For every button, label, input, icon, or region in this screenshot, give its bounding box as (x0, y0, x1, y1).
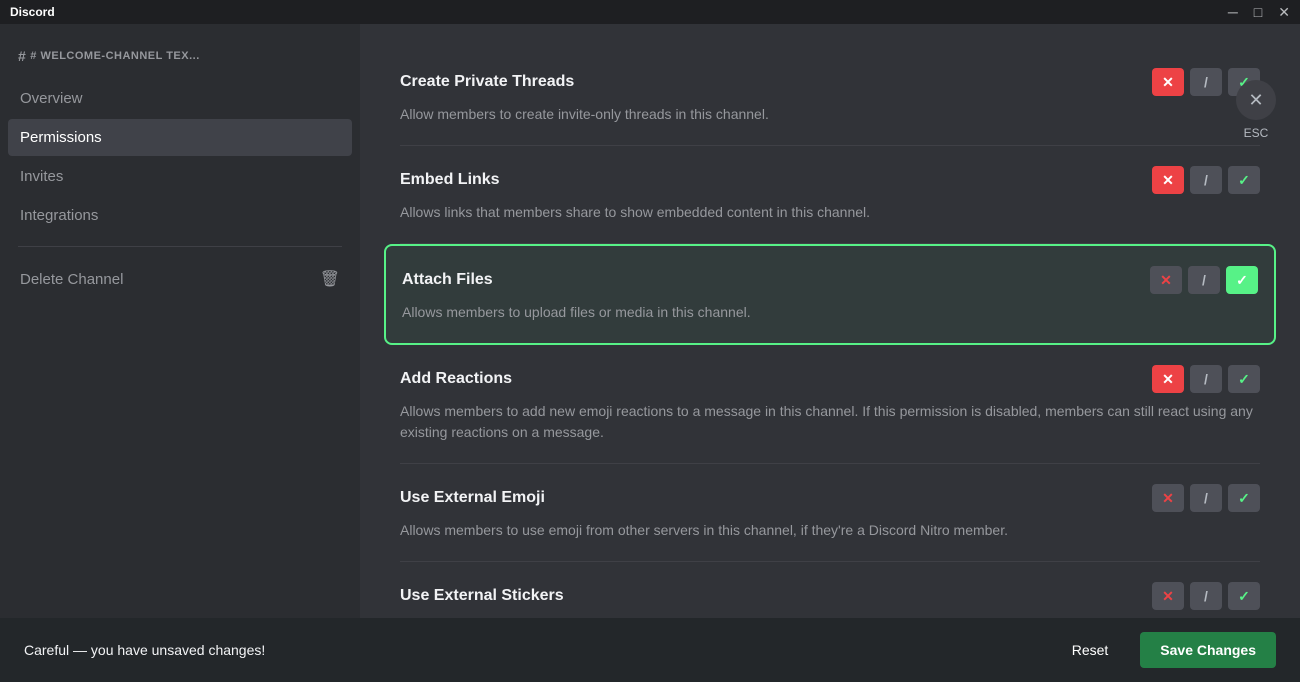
permission-name-attach-files: Attach Files (402, 271, 493, 289)
permission-header-attach-files: Attach Files ✕ / ✓ (402, 266, 1258, 294)
content-area: Create Private Threads ✕ / ✓ Allow membe… (360, 24, 1300, 682)
sidebar-item-invites-label: Invites (20, 168, 63, 185)
permission-row-use-external-emoji: Use External Emoji ✕ / ✓ Allows members … (400, 464, 1260, 562)
maximize-button[interactable]: □ (1254, 5, 1262, 19)
allow-btn-use-external-stickers[interactable]: ✓ (1228, 582, 1260, 610)
neutral-btn-use-external-emoji[interactable]: / (1190, 484, 1222, 512)
channel-header: # # WELCOME-CHANNEL TEX... (8, 40, 352, 80)
esc-label: ESC (1244, 126, 1269, 140)
neutral-btn-create-private-threads[interactable]: / (1190, 68, 1222, 96)
permission-desc-create-private-threads: Allow members to create invite-only thre… (400, 104, 1260, 125)
reset-button[interactable]: Reset (1056, 634, 1125, 666)
permission-name-use-external-emoji: Use External Emoji (400, 489, 545, 507)
sidebar-item-invites[interactable]: Invites (8, 158, 352, 195)
esc-container: ✕ ESC (1236, 80, 1276, 140)
permission-desc-add-reactions: Allows members to add new emoji reaction… (400, 401, 1260, 443)
neutral-btn-embed-links[interactable]: / (1190, 166, 1222, 194)
permission-header-use-external-emoji: Use External Emoji ✕ / ✓ (400, 484, 1260, 512)
toggle-group-use-external-stickers: ✕ / ✓ (1152, 582, 1260, 610)
app-title: Discord (10, 5, 1228, 19)
toggle-group-embed-links: ✕ / ✓ (1152, 166, 1260, 194)
neutral-btn-use-external-stickers[interactable]: / (1190, 582, 1222, 610)
allow-btn-attach-files[interactable]: ✓ (1226, 266, 1258, 294)
trash-icon: 🗑 (320, 269, 340, 289)
allow-btn-add-reactions[interactable]: ✓ (1228, 365, 1260, 393)
close-button[interactable]: ✕ (1278, 5, 1290, 19)
save-changes-button[interactable]: Save Changes (1140, 632, 1276, 668)
esc-x-icon: ✕ (1248, 90, 1263, 111)
permission-row-embed-links: Embed Links ✕ / ✓ Allows links that memb… (400, 146, 1260, 244)
sidebar: # # WELCOME-CHANNEL TEX... Overview Perm… (0, 24, 360, 682)
toggle-group-use-external-emoji: ✕ / ✓ (1152, 484, 1260, 512)
permission-desc-attach-files: Allows members to upload files or media … (402, 302, 1258, 323)
deny-btn-use-external-emoji[interactable]: ✕ (1152, 484, 1184, 512)
permission-header-create-private-threads: Create Private Threads ✕ / ✓ (400, 68, 1260, 96)
esc-button[interactable]: ✕ (1236, 80, 1276, 120)
permission-header-embed-links: Embed Links ✕ / ✓ (400, 166, 1260, 194)
permission-row-add-reactions: Add Reactions ✕ / ✓ Allows members to ad… (400, 345, 1260, 464)
unsaved-changes-text: Careful — you have unsaved changes! (24, 642, 1040, 658)
permission-name-add-reactions: Add Reactions (400, 370, 512, 388)
neutral-btn-add-reactions[interactable]: / (1190, 365, 1222, 393)
deny-btn-add-reactions[interactable]: ✕ (1152, 365, 1184, 393)
permission-header-add-reactions: Add Reactions ✕ / ✓ (400, 365, 1260, 393)
deny-btn-create-private-threads[interactable]: ✕ (1152, 68, 1184, 96)
permission-row-attach-files: Attach Files ✕ / ✓ Allows members to upl… (384, 244, 1276, 345)
sidebar-divider (18, 246, 342, 247)
main-layout: # # WELCOME-CHANNEL TEX... Overview Perm… (0, 24, 1300, 682)
sidebar-item-delete-channel[interactable]: Delete Channel 🗑 (8, 259, 352, 299)
neutral-btn-attach-files[interactable]: / (1188, 266, 1220, 294)
sidebar-item-integrations[interactable]: Integrations (8, 197, 352, 234)
bottom-bar: Careful — you have unsaved changes! Rese… (0, 618, 1300, 682)
toggle-group-add-reactions: ✕ / ✓ (1152, 365, 1260, 393)
sidebar-item-delete-channel-label: Delete Channel (20, 271, 123, 288)
allow-btn-use-external-emoji[interactable]: ✓ (1228, 484, 1260, 512)
permission-name-use-external-stickers: Use External Stickers (400, 587, 564, 605)
permission-name-embed-links: Embed Links (400, 171, 500, 189)
permission-row-create-private-threads: Create Private Threads ✕ / ✓ Allow membe… (400, 48, 1260, 146)
sidebar-item-permissions[interactable]: Permissions (8, 119, 352, 156)
channel-name: # WELCOME-CHANNEL TEX... (30, 50, 199, 62)
deny-btn-attach-files[interactable]: ✕ (1150, 266, 1182, 294)
channel-hash-icon: # (18, 48, 26, 64)
permission-header-use-external-stickers: Use External Stickers ✕ / ✓ (400, 582, 1260, 610)
titlebar: Discord ─ □ ✕ (0, 0, 1300, 24)
deny-btn-embed-links[interactable]: ✕ (1152, 166, 1184, 194)
window-controls: ─ □ ✕ (1228, 5, 1290, 19)
sidebar-item-overview-label: Overview (20, 90, 83, 107)
allow-btn-embed-links[interactable]: ✓ (1228, 166, 1260, 194)
permission-name-create-private-threads: Create Private Threads (400, 73, 574, 91)
sidebar-item-permissions-label: Permissions (20, 129, 102, 146)
deny-btn-use-external-stickers[interactable]: ✕ (1152, 582, 1184, 610)
sidebar-item-overview[interactable]: Overview (8, 80, 352, 117)
permission-desc-embed-links: Allows links that members share to show … (400, 202, 1260, 223)
sidebar-item-integrations-label: Integrations (20, 207, 98, 224)
permission-desc-use-external-emoji: Allows members to use emoji from other s… (400, 520, 1260, 541)
toggle-group-attach-files: ✕ / ✓ (1150, 266, 1258, 294)
minimize-button[interactable]: ─ (1228, 5, 1238, 19)
